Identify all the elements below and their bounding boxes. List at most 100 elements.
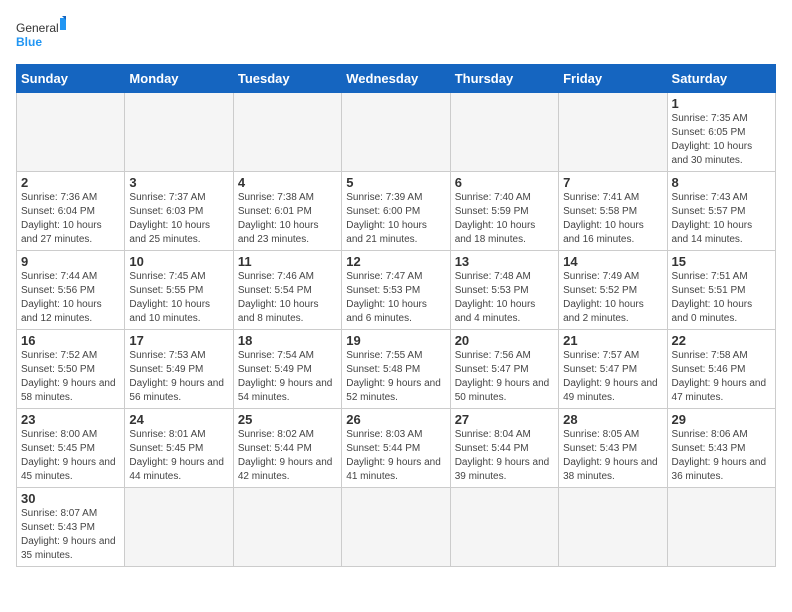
day-number: 3 [129,175,228,190]
day-info: Sunrise: 7:58 AM Sunset: 5:46 PM Dayligh… [672,349,771,405]
day-cell: 1Sunrise: 7:35 AM Sunset: 6:05 PM Daylig… [667,93,775,172]
header: General Blue [16,16,776,56]
day-cell [559,93,667,172]
day-info: Sunrise: 7:37 AM Sunset: 6:03 PM Dayligh… [129,191,228,247]
day-cell: 29Sunrise: 8:06 AM Sunset: 5:43 PM Dayli… [667,409,775,488]
day-cell: 2Sunrise: 7:36 AM Sunset: 6:04 PM Daylig… [17,172,125,251]
day-info: Sunrise: 7:51 AM Sunset: 5:51 PM Dayligh… [672,270,771,326]
weekday-header-row: SundayMondayTuesdayWednesdayThursdayFrid… [17,65,776,93]
day-info: Sunrise: 8:04 AM Sunset: 5:44 PM Dayligh… [455,428,554,484]
day-cell: 28Sunrise: 8:05 AM Sunset: 5:43 PM Dayli… [559,409,667,488]
day-cell: 18Sunrise: 7:54 AM Sunset: 5:49 PM Dayli… [233,330,341,409]
day-number: 20 [455,333,554,348]
day-cell: 16Sunrise: 7:52 AM Sunset: 5:50 PM Dayli… [17,330,125,409]
week-row-4: 16Sunrise: 7:52 AM Sunset: 5:50 PM Dayli… [17,330,776,409]
day-cell: 25Sunrise: 8:02 AM Sunset: 5:44 PM Dayli… [233,409,341,488]
week-row-5: 23Sunrise: 8:00 AM Sunset: 5:45 PM Dayli… [17,409,776,488]
week-row-2: 2Sunrise: 7:36 AM Sunset: 6:04 PM Daylig… [17,172,776,251]
weekday-header-monday: Monday [125,65,233,93]
day-number: 27 [455,412,554,427]
day-cell: 30Sunrise: 8:07 AM Sunset: 5:43 PM Dayli… [17,488,125,567]
day-cell: 17Sunrise: 7:53 AM Sunset: 5:49 PM Dayli… [125,330,233,409]
day-number: 19 [346,333,445,348]
day-number: 9 [21,254,120,269]
day-cell: 9Sunrise: 7:44 AM Sunset: 5:56 PM Daylig… [17,251,125,330]
day-number: 13 [455,254,554,269]
day-cell: 7Sunrise: 7:41 AM Sunset: 5:58 PM Daylig… [559,172,667,251]
day-number: 24 [129,412,228,427]
day-info: Sunrise: 7:36 AM Sunset: 6:04 PM Dayligh… [21,191,120,247]
day-info: Sunrise: 8:02 AM Sunset: 5:44 PM Dayligh… [238,428,337,484]
day-number: 23 [21,412,120,427]
day-number: 17 [129,333,228,348]
day-number: 8 [672,175,771,190]
day-number: 26 [346,412,445,427]
day-cell [450,93,558,172]
day-number: 29 [672,412,771,427]
day-cell [125,93,233,172]
day-info: Sunrise: 8:07 AM Sunset: 5:43 PM Dayligh… [21,507,120,563]
day-cell: 19Sunrise: 7:55 AM Sunset: 5:48 PM Dayli… [342,330,450,409]
day-cell [342,488,450,567]
day-info: Sunrise: 7:41 AM Sunset: 5:58 PM Dayligh… [563,191,662,247]
week-row-6: 30Sunrise: 8:07 AM Sunset: 5:43 PM Dayli… [17,488,776,567]
week-row-3: 9Sunrise: 7:44 AM Sunset: 5:56 PM Daylig… [17,251,776,330]
day-info: Sunrise: 7:55 AM Sunset: 5:48 PM Dayligh… [346,349,445,405]
logo: General Blue [16,16,66,56]
day-number: 15 [672,254,771,269]
day-number: 7 [563,175,662,190]
day-cell: 20Sunrise: 7:56 AM Sunset: 5:47 PM Dayli… [450,330,558,409]
day-info: Sunrise: 7:52 AM Sunset: 5:50 PM Dayligh… [21,349,120,405]
day-info: Sunrise: 7:49 AM Sunset: 5:52 PM Dayligh… [563,270,662,326]
day-number: 16 [21,333,120,348]
day-cell: 27Sunrise: 8:04 AM Sunset: 5:44 PM Dayli… [450,409,558,488]
day-info: Sunrise: 7:43 AM Sunset: 5:57 PM Dayligh… [672,191,771,247]
day-info: Sunrise: 7:39 AM Sunset: 6:00 PM Dayligh… [346,191,445,247]
day-cell: 15Sunrise: 7:51 AM Sunset: 5:51 PM Dayli… [667,251,775,330]
day-number: 25 [238,412,337,427]
day-number: 6 [455,175,554,190]
day-info: Sunrise: 7:44 AM Sunset: 5:56 PM Dayligh… [21,270,120,326]
day-cell: 26Sunrise: 8:03 AM Sunset: 5:44 PM Dayli… [342,409,450,488]
week-row-1: 1Sunrise: 7:35 AM Sunset: 6:05 PM Daylig… [17,93,776,172]
day-info: Sunrise: 7:54 AM Sunset: 5:49 PM Dayligh… [238,349,337,405]
day-info: Sunrise: 7:47 AM Sunset: 5:53 PM Dayligh… [346,270,445,326]
day-cell [667,488,775,567]
day-cell [450,488,558,567]
weekday-header-tuesday: Tuesday [233,65,341,93]
day-cell: 5Sunrise: 7:39 AM Sunset: 6:00 PM Daylig… [342,172,450,251]
day-info: Sunrise: 7:38 AM Sunset: 6:01 PM Dayligh… [238,191,337,247]
calendar: SundayMondayTuesdayWednesdayThursdayFrid… [16,64,776,567]
day-number: 10 [129,254,228,269]
day-number: 11 [238,254,337,269]
day-cell: 12Sunrise: 7:47 AM Sunset: 5:53 PM Dayli… [342,251,450,330]
day-info: Sunrise: 8:06 AM Sunset: 5:43 PM Dayligh… [672,428,771,484]
day-number: 1 [672,96,771,111]
weekday-header-thursday: Thursday [450,65,558,93]
day-cell: 21Sunrise: 7:57 AM Sunset: 5:47 PM Dayli… [559,330,667,409]
day-cell [559,488,667,567]
day-info: Sunrise: 7:45 AM Sunset: 5:55 PM Dayligh… [129,270,228,326]
weekday-header-sunday: Sunday [17,65,125,93]
day-cell: 4Sunrise: 7:38 AM Sunset: 6:01 PM Daylig… [233,172,341,251]
svg-text:General: General [16,21,59,35]
day-cell: 24Sunrise: 8:01 AM Sunset: 5:45 PM Dayli… [125,409,233,488]
weekday-header-friday: Friday [559,65,667,93]
day-cell [125,488,233,567]
day-info: Sunrise: 7:35 AM Sunset: 6:05 PM Dayligh… [672,112,771,168]
day-cell: 13Sunrise: 7:48 AM Sunset: 5:53 PM Dayli… [450,251,558,330]
day-info: Sunrise: 8:00 AM Sunset: 5:45 PM Dayligh… [21,428,120,484]
svg-text:Blue: Blue [16,35,42,49]
day-number: 2 [21,175,120,190]
day-number: 5 [346,175,445,190]
day-cell: 3Sunrise: 7:37 AM Sunset: 6:03 PM Daylig… [125,172,233,251]
weekday-header-wednesday: Wednesday [342,65,450,93]
day-cell: 23Sunrise: 8:00 AM Sunset: 5:45 PM Dayli… [17,409,125,488]
day-number: 30 [21,491,120,506]
day-cell: 14Sunrise: 7:49 AM Sunset: 5:52 PM Dayli… [559,251,667,330]
day-number: 21 [563,333,662,348]
day-cell [17,93,125,172]
day-number: 4 [238,175,337,190]
day-info: Sunrise: 7:57 AM Sunset: 5:47 PM Dayligh… [563,349,662,405]
day-info: Sunrise: 7:56 AM Sunset: 5:47 PM Dayligh… [455,349,554,405]
